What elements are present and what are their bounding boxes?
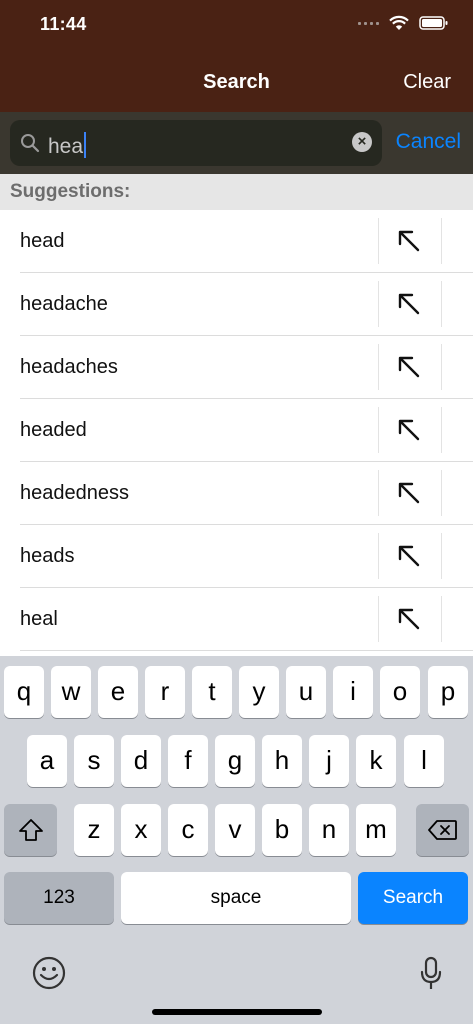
- key-z[interactable]: z: [74, 804, 114, 856]
- shift-icon: [18, 819, 43, 841]
- arrow-up-left-icon[interactable]: [396, 228, 422, 254]
- key-a[interactable]: a: [27, 735, 67, 787]
- search-query-text: hea: [48, 135, 84, 158]
- signal-icon: [358, 21, 379, 25]
- key-m[interactable]: m: [356, 804, 396, 856]
- suggestion-row[interactable]: head: [0, 210, 473, 273]
- clear-text-icon[interactable]: ×: [352, 132, 372, 152]
- key-t[interactable]: t: [192, 666, 232, 718]
- key-k[interactable]: k: [356, 735, 396, 787]
- space-key[interactable]: space: [121, 872, 351, 924]
- suggestion-row[interactable]: headed: [0, 399, 473, 462]
- status-time: 11:44: [40, 14, 87, 34]
- key-l[interactable]: l: [404, 735, 444, 787]
- numbers-key[interactable]: 123: [4, 872, 114, 924]
- key-j[interactable]: j: [309, 735, 349, 787]
- key-w[interactable]: w: [51, 666, 91, 718]
- key-f[interactable]: f: [168, 735, 208, 787]
- arrow-up-left-icon[interactable]: [396, 480, 422, 506]
- clear-button[interactable]: Clear: [403, 71, 451, 94]
- suggestion-row[interactable]: headedness: [0, 462, 473, 525]
- key-h[interactable]: h: [262, 735, 302, 787]
- search-icon: [21, 134, 40, 153]
- wifi-icon: [389, 15, 409, 30]
- search-input[interactable]: hea ×: [10, 120, 382, 166]
- home-indicator[interactable]: [152, 1009, 322, 1015]
- shift-key[interactable]: [4, 804, 57, 856]
- key-c[interactable]: c: [168, 804, 208, 856]
- key-u[interactable]: u: [286, 666, 326, 718]
- suggestion-label: headaches: [20, 356, 118, 378]
- key-r[interactable]: r: [145, 666, 185, 718]
- key-y[interactable]: y: [239, 666, 279, 718]
- suggestion-label: headache: [20, 293, 108, 315]
- arrow-up-left-icon[interactable]: [396, 606, 422, 632]
- page-title: Search: [203, 71, 270, 93]
- suggestions-header-label: Suggestions:: [10, 181, 131, 202]
- key-v[interactable]: v: [215, 804, 255, 856]
- key-g[interactable]: g: [215, 735, 255, 787]
- suggestion-label: heal: [20, 608, 58, 630]
- suggestion-row[interactable]: headache: [0, 273, 473, 336]
- nav-header: 11:44 Search Clear: [0, 0, 473, 112]
- suggestion-label: headedness: [20, 482, 129, 504]
- microphone-icon[interactable]: [419, 956, 443, 992]
- key-s[interactable]: s: [74, 735, 114, 787]
- key-b[interactable]: b: [262, 804, 302, 856]
- status-icons: [358, 15, 449, 31]
- key-x[interactable]: x: [121, 804, 161, 856]
- key-o[interactable]: o: [380, 666, 420, 718]
- arrow-up-left-icon[interactable]: [396, 354, 422, 380]
- key-e[interactable]: e: [98, 666, 138, 718]
- key-d[interactable]: d: [121, 735, 161, 787]
- text-cursor: [84, 132, 87, 158]
- key-i[interactable]: i: [333, 666, 373, 718]
- keyboard: q w e r t y u i o p a s d f g h j k l z …: [0, 656, 473, 1024]
- suggestion-list: head headache headaches headed headednes…: [0, 210, 473, 651]
- search-bar: hea × Cancel: [0, 112, 473, 174]
- arrow-up-left-icon[interactable]: [396, 543, 422, 569]
- arrow-up-left-icon[interactable]: [396, 291, 422, 317]
- arrow-up-left-icon[interactable]: [396, 417, 422, 443]
- suggestion-row[interactable]: headaches: [0, 336, 473, 399]
- battery-icon: [419, 16, 448, 30]
- backspace-icon: [427, 820, 457, 840]
- suggestions-header: Suggestions:: [0, 174, 473, 210]
- suggestion-label: headed: [20, 419, 87, 441]
- suggestion-row[interactable]: heal: [0, 588, 473, 651]
- key-n[interactable]: n: [309, 804, 349, 856]
- search-query: hea: [48, 132, 87, 159]
- emoji-icon[interactable]: [31, 955, 67, 991]
- cancel-button[interactable]: Cancel: [396, 130, 461, 154]
- key-p[interactable]: p: [428, 666, 468, 718]
- key-q[interactable]: q: [4, 666, 44, 718]
- search-key[interactable]: Search: [358, 872, 468, 924]
- suggestion-row[interactable]: heads: [0, 525, 473, 588]
- backspace-key[interactable]: [416, 804, 469, 856]
- suggestion-label: head: [20, 230, 65, 252]
- suggestion-label: heads: [20, 545, 75, 567]
